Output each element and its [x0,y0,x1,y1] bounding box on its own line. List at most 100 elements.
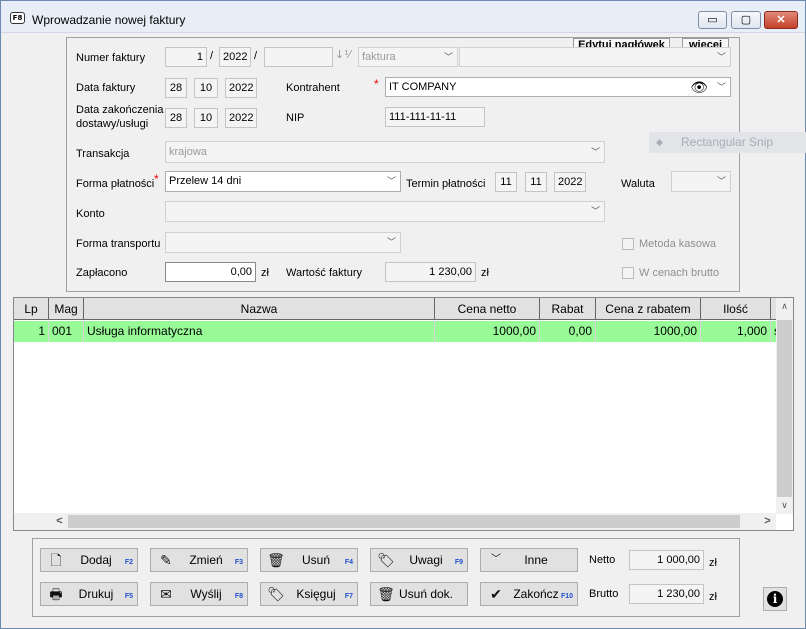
payment-method-select[interactable]: Przelew 14 dni ﹀ [165,171,401,192]
scroll-left-icon[interactable]: < [51,513,68,530]
gross-currency: zł [709,591,717,603]
invoice-date-year[interactable]: 2022 [225,78,257,98]
notes-button[interactable]: 🏷 Uwagi F9 [370,548,468,572]
notes-key: F9 [454,559,463,566]
invoice-year-field[interactable]: 2022 [219,47,251,67]
transaction-select[interactable]: krajowa ﹀ [165,141,605,163]
slash-separator: / [210,50,214,62]
invoice-number-field[interactable]: 1 [165,47,207,67]
other-button[interactable]: ﹀ Inne [480,548,578,572]
nip-label: NIP [286,112,305,124]
cash-method-label: Metoda kasowa [639,238,717,250]
eye-icon[interactable]: 👁 [690,78,708,96]
invoice-suffix-field[interactable] [264,47,333,67]
transport-select[interactable]: ﹀ [165,232,401,253]
delivery-date-year[interactable]: 2022 [225,108,257,128]
tag-icon: 🏷 [377,552,395,568]
cell-quantity[interactable]: 1,000 [701,321,771,342]
transport-label: Forma transportu [76,238,161,250]
cell-mag[interactable]: 001 [49,321,84,342]
cell-discount[interactable]: 0,00 [540,321,596,342]
net-currency: zł [709,557,717,569]
invoice-date-month[interactable]: 10 [194,78,218,98]
transaction-value: krajowa [169,146,207,158]
paid-input[interactable]: 0,00 [165,262,256,282]
scroll-down-icon[interactable]: ∨ [776,497,793,514]
items-grid: Lp Mag Nazwa Cena netto Rabat Cena z rab… [13,297,794,531]
col-name[interactable]: Nazwa [84,298,435,320]
print-button[interactable]: 🖶 Drukuj F5 [40,582,138,606]
header-panel [66,37,740,292]
col-quantity[interactable]: Ilość [701,298,771,320]
gross-prices-checkbox[interactable] [622,267,634,279]
vertical-scroll-thumb[interactable] [777,320,792,497]
cell-net-price[interactable]: 1000,00 [435,321,540,342]
invoice-date-day[interactable]: 28 [165,78,187,98]
invoice-date-label: Data faktury [76,82,136,94]
snip-icon: ◆ [656,137,663,147]
post-key: F7 [344,593,353,600]
send-button[interactable]: ✉ Wyślij F8 [150,582,248,606]
checkmark-icon: ✔ [490,586,502,602]
gross-label: Brutto [589,588,619,600]
delete-button[interactable]: 🗑 Usuń F4 [260,548,358,572]
payment-term-month[interactable]: 11 [525,172,547,192]
col-lp[interactable]: Lp [14,298,49,320]
document-type-select[interactable]: faktura ﹀ [358,47,458,67]
send-key: F8 [234,593,243,600]
document-type-value: faktura [362,51,396,63]
title-bar[interactable]: F8 Wprowadzanie nowej faktury ▭ ▢ ✕ [1,1,805,33]
printer-icon: 🖶 [49,586,63,602]
scroll-right-icon[interactable]: > [759,513,776,530]
cash-method-checkbox[interactable] [622,238,634,250]
edit-label: Zmień [189,553,223,567]
rectangular-snip-overlay: ◆ Rectangular Snip [649,132,806,153]
col-mag[interactable]: Mag [49,298,84,320]
slash-separator-2: / [254,50,258,62]
col-net-price[interactable]: Cena netto [435,298,540,320]
delivery-date-day[interactable]: 28 [165,108,187,128]
nip-field[interactable]: 111-111-11-11 [385,107,485,127]
cell-lp[interactable]: 1 [14,321,49,342]
delete-document-button[interactable]: 🗑 Usuń dok. [370,582,468,606]
cell-name[interactable]: Usługa informatyczna [84,321,435,342]
add-button[interactable]: 🗋 Dodaj F2 [40,548,138,572]
add-label: Dodaj [80,553,112,567]
post-button[interactable]: 🏷 Księguj F7 [260,582,358,606]
contractor-label: Kontrahent [286,82,340,94]
payment-term-year[interactable]: 2022 [554,172,586,192]
post-label: Księguj [296,587,336,601]
chevron-down-icon: ﹀ [716,52,726,62]
delete-document-label: Usuń dok. [398,587,454,601]
account-label: Konto [76,208,105,220]
delivery-date-label-2: dostawy/usługi [76,118,149,130]
net-total-field: 1 000,00 [629,550,704,570]
delivery-date-month[interactable]: 10 [194,108,218,128]
contractor-select[interactable]: IT COMPANY 👁 ﹀ [385,77,731,97]
currency-select[interactable]: ﹀ [671,171,731,192]
horizontal-scroll-thumb[interactable] [68,515,740,528]
delete-label: Usuń [301,553,330,567]
close-button[interactable]: ✕ [764,11,798,29]
scroll-up-icon[interactable]: ∧ [776,298,793,315]
sort-icon[interactable]: ↓⅟ [335,48,350,61]
account-select[interactable]: ﹀ [165,201,605,222]
vertical-scrollbar[interactable]: ∧ ∨ [776,298,793,514]
maximize-button[interactable]: ▢ [731,11,761,29]
invoice-number-label: Numer faktury [76,52,146,64]
gross-total-field: 1 230,00 [629,584,704,604]
cell-discounted-price[interactable]: 1000,00 [596,321,701,342]
info-button[interactable]: i [763,587,787,611]
document-series-select[interactable]: ﹀ [459,47,731,67]
edit-button[interactable]: ✎ Zmień F3 [150,548,248,572]
col-discounted-price[interactable]: Cena z rabatem [596,298,701,320]
required-marker: * [154,172,159,186]
invoice-window: F8 Wprowadzanie nowej faktury ▭ ▢ ✕ Edyt… [0,0,806,629]
payment-term-day[interactable]: 11 [495,172,517,192]
col-discount[interactable]: Rabat [540,298,596,320]
minimize-button[interactable]: ▭ [698,11,727,29]
horizontal-scrollbar[interactable]: < > [14,513,776,530]
delete-key: F4 [344,559,353,566]
finish-button[interactable]: ✔ Zakończ F10 [480,582,578,606]
close-icon: ✕ [776,14,786,26]
